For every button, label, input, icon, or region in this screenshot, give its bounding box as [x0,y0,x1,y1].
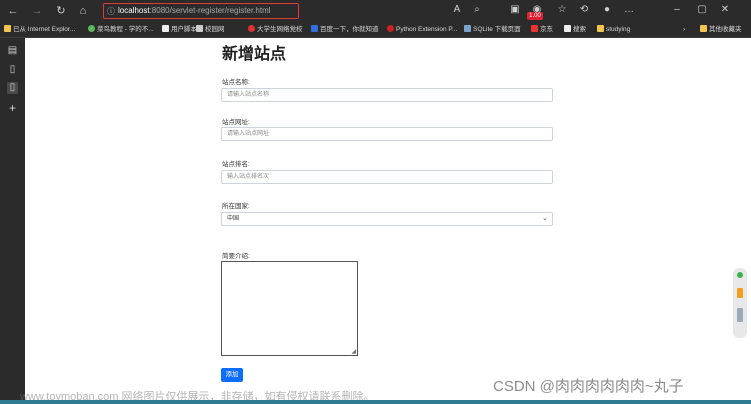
jd-icon [531,25,538,32]
favorites-star-icon[interactable]: ☆ [556,4,568,18]
maximize-icon[interactable]: ▢ [696,4,708,18]
intro-textarea[interactable]: ◢ [221,261,358,356]
home-icon[interactable]: ⌂ [76,4,90,18]
close-window-icon[interactable]: ✕ [719,4,731,18]
bottom-edge [0,400,751,404]
page-title: 新增站点 [222,46,287,63]
profile-avatar-icon[interactable]: ● [601,4,613,18]
minimize-icon[interactable]: – [671,4,683,18]
history-icon[interactable]: ⟲ [578,4,590,18]
python-icon [387,25,394,32]
party-school-icon [248,25,255,32]
refresh-icon[interactable]: ↻ [54,4,68,18]
baidu-icon [311,25,318,32]
page-content: 新增站点 站点名称: 请输入站点名称 站点网址: 请输入站点网址 站点排名: 输… [25,38,751,404]
bookmark-item[interactable]: 用户脚本 [162,24,197,35]
site-name-input[interactable]: 请输入站点名称 [221,88,553,102]
bookmark-item[interactable]: 其他收藏夹 [700,24,742,35]
bookmark-item[interactable]: 已从 Internet Explor... [4,24,75,35]
site-url-label: 站点网址: [222,119,250,126]
script-icon [162,25,169,32]
country-selected-value: 中国 [227,216,240,222]
tool-icon [737,308,743,322]
bookmark-item[interactable]: 百度一下，你就知道 [311,24,379,35]
forward-icon[interactable]: → [30,4,44,18]
folder-icon [597,25,604,32]
folder-icon [700,25,707,32]
bookmarks-bar: 已从 Internet Explor... 菜鸟教程 - 学的不... 用户脚本… [0,22,751,38]
new-tab-icon[interactable]: + [7,102,18,114]
site-rank-label: 站点排名: [222,161,250,168]
vertical-tabs-sidebar: ▤ ▯ ▯ + [0,38,25,404]
bookmark-item[interactable]: 搜索 [564,24,586,35]
site-info-icon[interactable]: ⓘ [107,5,115,18]
bookmark-item[interactable]: 大学生网络党校 [248,24,303,35]
sqlite-icon [464,25,471,32]
bookmark-item[interactable]: 校园网 [196,24,225,35]
site-url-input[interactable]: 请输入站点网址 [221,127,553,141]
add-button[interactable]: 添加 [221,368,243,382]
resize-grip-icon[interactable]: ◢ [351,348,356,355]
site-name-label: 站点名称: [222,79,250,86]
address-host: localhost [118,6,150,15]
search-page-icon [564,25,571,32]
more-icon[interactable]: … [623,4,635,18]
csdn-watermark: CSDN @肉肉肉肉肉肉~丸子 [493,378,684,395]
folder-icon [4,25,11,32]
bookmark-item[interactable]: SQLite 下载页面 [464,24,521,35]
tab-active-page-icon[interactable]: ▯ [7,82,18,94]
floating-side-widget[interactable] [733,268,747,338]
tab-page-icon[interactable]: ▯ [7,64,18,76]
read-aloud-icon[interactable]: A [451,4,463,18]
site-rank-input[interactable]: 输入站点排名次 [221,170,553,184]
intro-label: 简要介绍: [222,253,250,260]
address-bar[interactable]: ⓘ localhost:8080/servlet-register/regist… [103,3,299,19]
bookmark-item[interactable]: 菜鸟教程 - 学的不... [88,24,154,35]
green-dot-icon [737,272,743,278]
toolbar-right-icons: A ⌕ ▣ ◉ 1.00 ☆ ⟲ ● … – ▢ ✕ [451,4,741,20]
bookmark-item[interactable]: 京东 [531,24,553,35]
address-path: :8080/servlet-register/register.html [149,6,271,15]
country-label: 所在国家: [222,203,250,210]
bookmarks-overflow-icon[interactable]: › [683,24,685,35]
runoob-icon [88,25,95,32]
page-icon [196,25,203,32]
orange-bar-icon [737,288,743,298]
extension-badge: 1.00 [527,12,543,20]
extension-icon[interactable]: ▣ [509,4,521,18]
browser-toolbar: ← → ↻ ⌂ ⓘ localhost:8080/servlet-registe… [0,0,751,22]
bookmark-item[interactable]: studying [597,24,630,35]
country-select[interactable]: 中国 ⌄ [221,212,553,226]
zoom-icon[interactable]: ⌕ [471,4,483,18]
tab-actions-icon[interactable]: ▤ [7,45,18,57]
back-icon[interactable]: ← [6,4,20,18]
chevron-down-icon: ⌄ [542,215,548,222]
bookmark-item[interactable]: Python Extension P... [387,24,457,35]
